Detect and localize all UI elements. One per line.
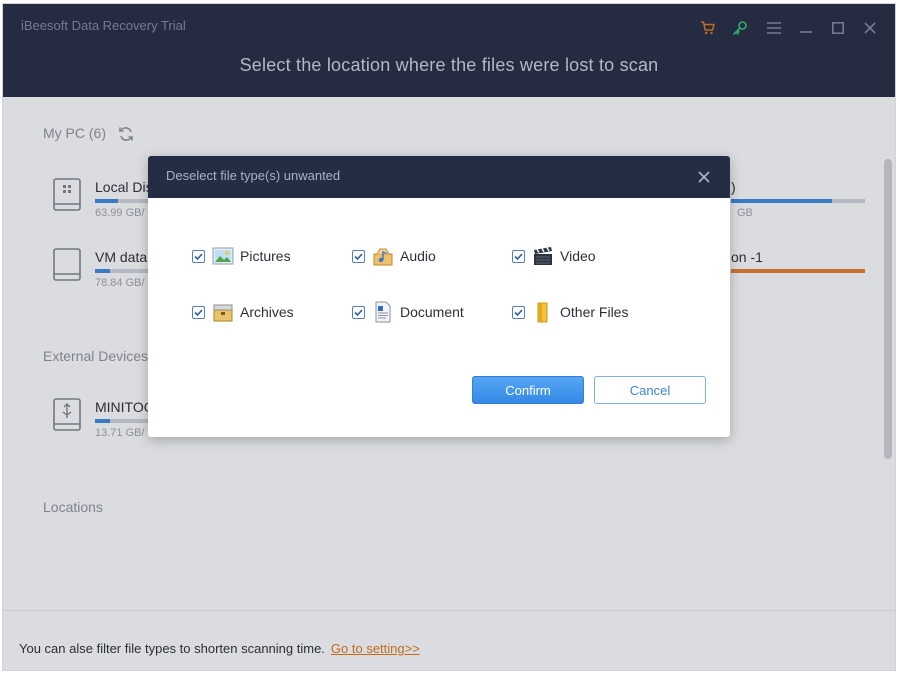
dialog-title: Deselect file type(s) unwanted — [166, 168, 341, 183]
cancel-button[interactable]: Cancel — [594, 376, 706, 404]
document-icon — [375, 301, 391, 323]
file-type-other-files[interactable]: Other Files — [512, 299, 628, 325]
file-type-video[interactable]: Video — [512, 243, 596, 269]
file-type-label: Archives — [240, 304, 294, 320]
audio-icon — [373, 248, 393, 266]
pictures-checkbox[interactable] — [192, 249, 205, 263]
file-type-label: Pictures — [240, 248, 291, 264]
confirm-button[interactable]: Confirm — [472, 376, 584, 404]
file-type-label: Audio — [400, 248, 436, 264]
audio-checkbox[interactable] — [352, 249, 365, 263]
file-type-label: Video — [560, 248, 596, 264]
other-files-checkbox[interactable] — [512, 305, 525, 319]
folder-icon — [537, 302, 548, 323]
archives-checkbox[interactable] — [192, 305, 205, 319]
file-type-archives[interactable]: Archives — [192, 299, 294, 325]
video-icon — [534, 247, 552, 265]
file-type-label: Document — [400, 304, 464, 320]
file-type-pictures[interactable]: Pictures — [192, 243, 291, 269]
file-type-label: Other Files — [560, 304, 629, 320]
dialog-header: Deselect file type(s) unwanted — [148, 156, 730, 198]
archive-icon — [213, 304, 233, 322]
file-type-dialog: Deselect file type(s) unwanted Pictures … — [148, 156, 730, 437]
video-checkbox[interactable] — [512, 249, 525, 263]
dialog-close-icon[interactable] — [696, 169, 712, 185]
picture-icon — [212, 247, 234, 265]
document-checkbox[interactable] — [352, 305, 365, 319]
file-type-audio[interactable]: Audio — [352, 243, 436, 269]
file-type-document[interactable]: Document — [352, 299, 464, 325]
